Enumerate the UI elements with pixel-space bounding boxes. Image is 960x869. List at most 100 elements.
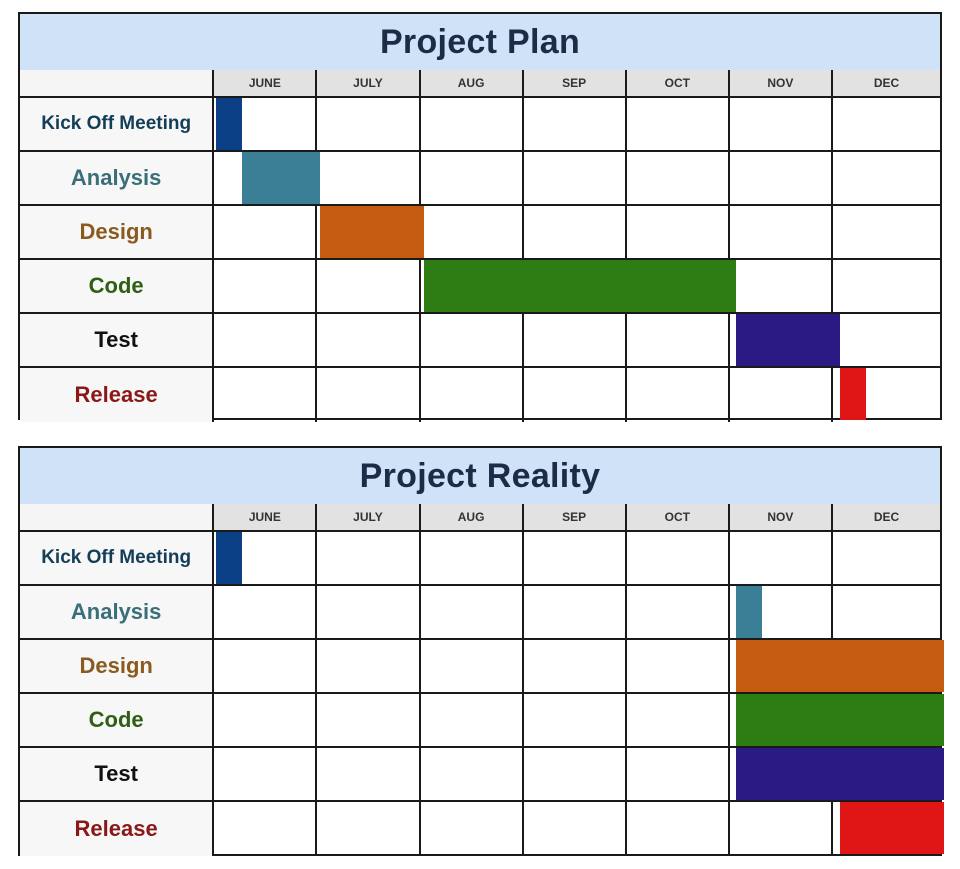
timeline-cell [626, 152, 730, 206]
task-row: Release [20, 802, 940, 856]
month-label: JUNE [248, 510, 281, 524]
task-label: Test [94, 327, 138, 352]
task-bar-kick-off-meeting [216, 98, 242, 150]
timeline-cell [317, 368, 421, 422]
month-label: AUG [457, 510, 485, 524]
timeline-cell [523, 532, 627, 586]
timeline-cell [729, 98, 833, 152]
task-label: Code [88, 273, 144, 298]
task-label-cell: Kick Off Meeting [20, 98, 215, 152]
task-row: Design [20, 206, 941, 260]
month-label: SEP [562, 510, 587, 524]
timeline-cell [626, 748, 730, 802]
month-header-cell: NOV [729, 70, 833, 98]
month-label: DEC [873, 76, 900, 90]
header-corner-cell [20, 70, 215, 98]
task-label-cell: Analysis [20, 586, 215, 640]
month-label: AUG [457, 76, 485, 90]
month-header-cell: JUNE [214, 70, 318, 98]
timeline-cell [523, 314, 627, 368]
timeline-cell [729, 532, 833, 586]
task-label-cell: Release [20, 802, 215, 856]
month-label: NOV [767, 510, 794, 524]
project-plan-title-bar: Project Plan [20, 14, 940, 72]
timeline-cell [214, 314, 318, 368]
timeline-cell [832, 532, 941, 586]
timeline-cell [523, 640, 627, 694]
project-reality-chart: Project Reality JUNE JULY AUG SEP OCT NOV DEC K… [18, 446, 944, 856]
month-header-cell: NOV [729, 504, 833, 532]
timeline-cell [523, 206, 627, 260]
month-header-cell: AUG [420, 70, 524, 98]
month-label: JULY [353, 510, 383, 524]
month-header-cell: JULY [317, 504, 421, 532]
task-label: Release [74, 816, 158, 841]
timeline-cell [627, 368, 730, 422]
timeline-cell [317, 532, 421, 586]
task-label: Analysis [70, 599, 162, 624]
timeline-cell [214, 802, 318, 856]
task-bar-code [424, 260, 736, 312]
timeline-cell [420, 206, 524, 260]
task-bar-design [736, 640, 944, 692]
task-label-cell: Analysis [20, 152, 215, 206]
timeline-cell [420, 314, 524, 368]
task-row: Kick Off Meeting [20, 532, 941, 586]
task-label: Test [94, 761, 138, 786]
timeline-cell [626, 98, 730, 152]
task-label-cell: Kick Off Meeting [20, 532, 215, 586]
month-header-row: JUNE JULY AUG SEP OCT NOV DEC [20, 70, 941, 98]
timeline-cell [214, 368, 318, 422]
timeline-cell [832, 586, 941, 640]
task-row: Release [20, 368, 940, 422]
month-label: OCT [664, 510, 690, 524]
timeline-cell [626, 694, 730, 748]
task-label: Design [79, 219, 153, 244]
timeline-cell [420, 152, 524, 206]
timeline-cell [523, 748, 627, 802]
timeline-cell [317, 314, 421, 368]
task-row: Kick Off Meeting [20, 98, 941, 152]
task-label: Analysis [70, 165, 162, 190]
project-reality-title-bar: Project Reality [20, 448, 940, 506]
timeline-cell [524, 368, 627, 422]
task-label-cell: Design [20, 640, 215, 694]
task-bar-test [736, 314, 840, 366]
task-label-cell: Release [20, 368, 215, 422]
project-plan-title: Project Plan [379, 22, 581, 61]
month-label: OCT [664, 76, 690, 90]
project-plan-grid: JUNE JULY AUG SEP OCT NOV DEC Kick Off Meeting A… [20, 70, 941, 422]
timeline-cell [421, 802, 524, 856]
task-label-cell: Test [20, 748, 215, 802]
timeline-cell [627, 802, 730, 856]
timeline-cell [729, 152, 833, 206]
month-header-cell: DEC [832, 504, 941, 532]
task-label: Design [79, 653, 153, 678]
task-bar-analysis [242, 152, 320, 204]
timeline-cell [524, 802, 627, 856]
timeline-cell [317, 586, 421, 640]
task-label: Kick Off Meeting [41, 547, 192, 568]
timeline-cell [317, 260, 421, 314]
timeline-cell [730, 368, 833, 422]
month-header-cell: DEC [832, 70, 941, 98]
month-header-cell: SEP [523, 70, 627, 98]
task-bar-code [736, 694, 944, 746]
task-label: Code [88, 707, 144, 732]
task-bar-release [840, 368, 866, 420]
timeline-cell [317, 802, 421, 856]
task-bar-kick-off-meeting [216, 532, 242, 584]
timeline-cell [214, 586, 318, 640]
month-label: DEC [873, 510, 900, 524]
timeline-cell [317, 98, 421, 152]
timeline-cell [214, 640, 318, 694]
timeline-cell [214, 206, 318, 260]
task-row: Analysis [20, 586, 941, 640]
timeline-cell [626, 206, 730, 260]
month-header-cell: OCT [626, 70, 730, 98]
task-bar-test [736, 748, 944, 800]
month-header-cell: OCT [626, 504, 730, 532]
timeline-cell [523, 98, 627, 152]
month-header-cell: JUNE [214, 504, 318, 532]
timeline-cell [523, 694, 627, 748]
